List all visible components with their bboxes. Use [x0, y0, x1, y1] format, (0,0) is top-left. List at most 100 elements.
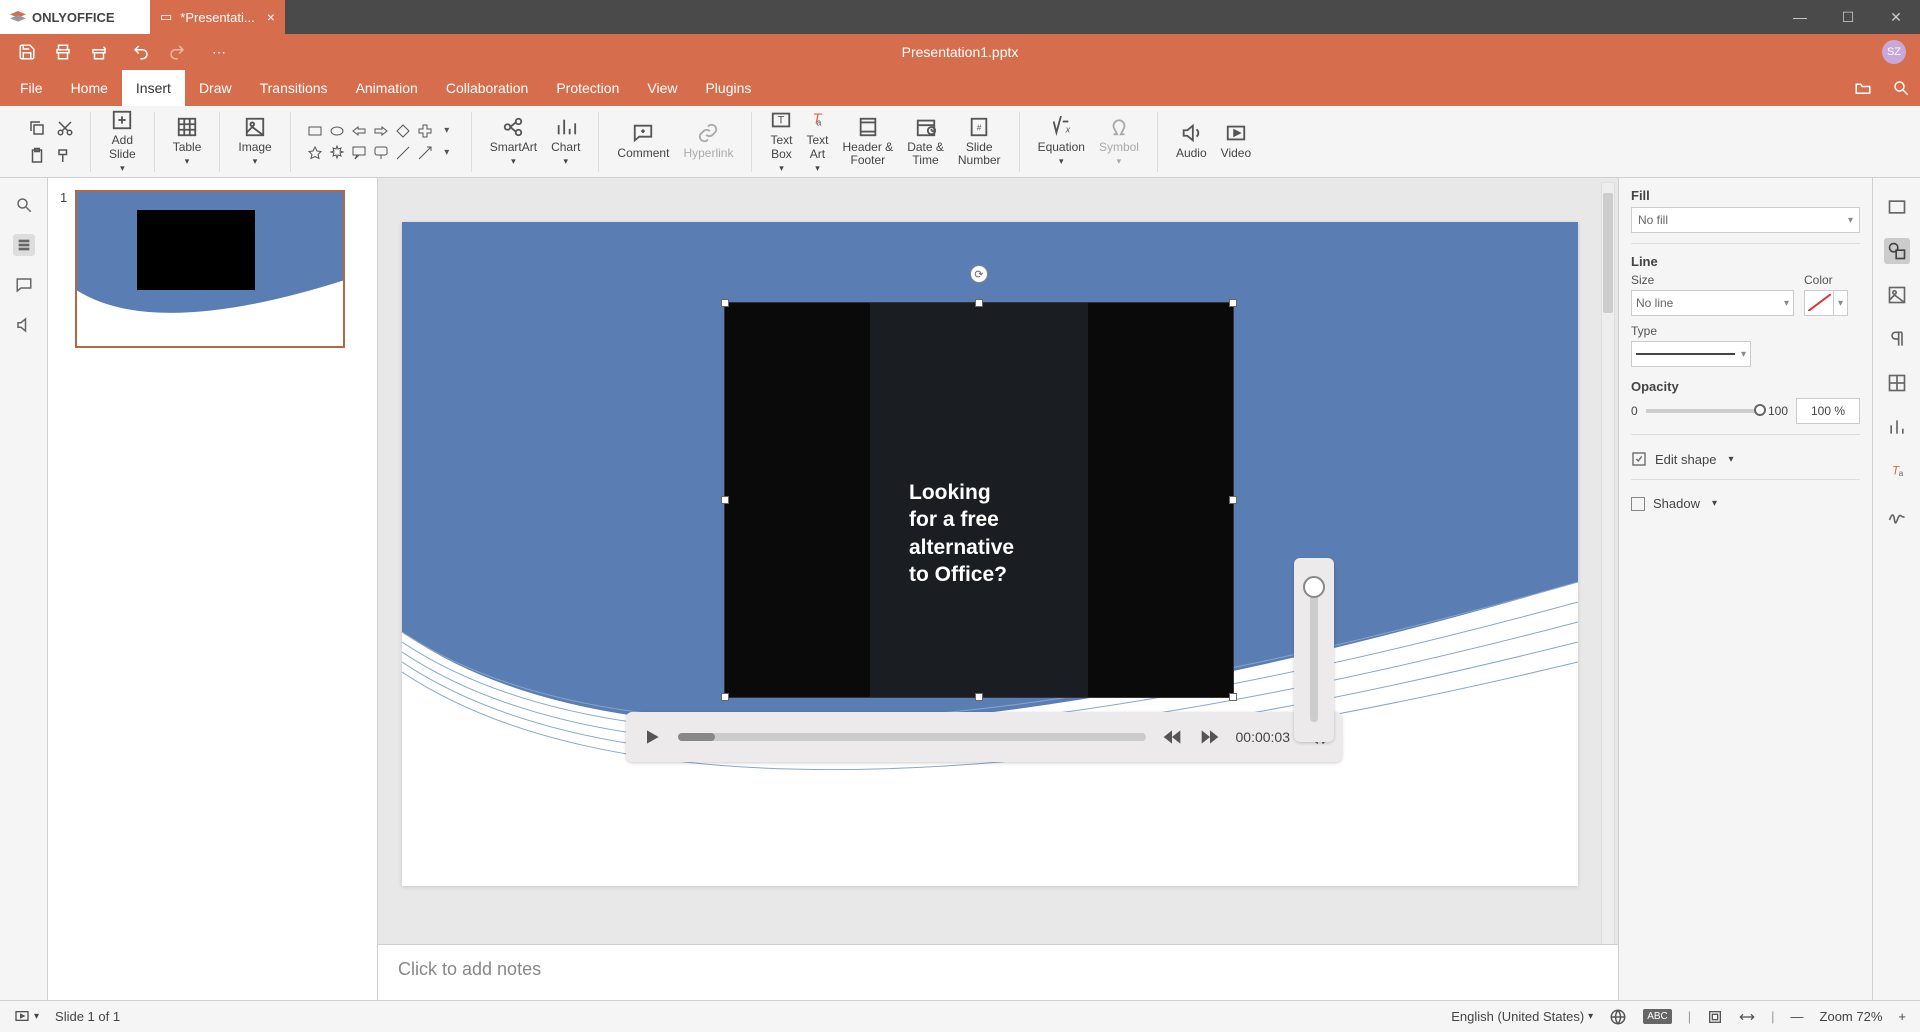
- notes-pane[interactable]: Click to add notes: [378, 944, 1618, 1000]
- resize-handle-n[interactable]: [975, 299, 983, 307]
- slide[interactable]: Looking for a free alternative to Office…: [402, 222, 1578, 886]
- tab-animation[interactable]: Animation: [342, 70, 432, 106]
- open-location-icon[interactable]: [1854, 79, 1872, 97]
- chart-settings-icon[interactable]: [1884, 414, 1910, 440]
- video-button[interactable]: Video: [1217, 122, 1255, 160]
- tab-view[interactable]: View: [633, 70, 691, 106]
- editor-canvas[interactable]: Looking for a free alternative to Office…: [378, 178, 1618, 1000]
- image-settings-icon[interactable]: [1884, 282, 1910, 308]
- zoom-out-button[interactable]: —: [1791, 1009, 1804, 1024]
- comment-button[interactable]: Comment: [613, 122, 673, 160]
- signature-settings-icon[interactable]: [1884, 502, 1910, 528]
- shadow-toggle[interactable]: Shadow ▾: [1631, 490, 1860, 517]
- shape-arrow-line-icon[interactable]: [415, 143, 435, 163]
- forward-icon[interactable]: [1198, 725, 1222, 749]
- tab-insert[interactable]: Insert: [122, 70, 185, 106]
- audio-button[interactable]: Audio: [1172, 122, 1211, 160]
- find-icon[interactable]: [1892, 79, 1910, 97]
- volume-slider[interactable]: [1310, 578, 1318, 722]
- shape-star-icon[interactable]: [305, 143, 325, 163]
- shape-diamond-icon[interactable]: [393, 121, 413, 141]
- textbox-button[interactable]: TText Box▾: [766, 109, 796, 173]
- resize-handle-nw[interactable]: [721, 299, 729, 307]
- copy-icon[interactable]: [26, 117, 48, 139]
- add-slide-button[interactable]: Add Slide▾: [105, 109, 140, 173]
- smartart-button[interactable]: SmartArt▾: [486, 116, 541, 167]
- vertical-scrollbar[interactable]: [1601, 182, 1615, 950]
- opacity-slider[interactable]: [1646, 409, 1760, 413]
- shape-more2-icon[interactable]: ▾: [437, 143, 457, 163]
- undo-icon[interactable]: [132, 43, 150, 61]
- close-tab-icon[interactable]: ×: [267, 9, 275, 25]
- shadow-checkbox[interactable]: [1631, 497, 1645, 511]
- minimize-icon[interactable]: —: [1776, 0, 1824, 34]
- document-tab[interactable]: ▭ *Presentati... ×: [150, 0, 285, 34]
- maximize-icon[interactable]: ☐: [1824, 0, 1872, 34]
- date-time-button[interactable]: Date & Time: [903, 116, 948, 167]
- resize-handle-e[interactable]: [1229, 496, 1237, 504]
- resize-handle-s[interactable]: [975, 693, 983, 701]
- tab-draw[interactable]: Draw: [185, 70, 246, 106]
- line-type-select[interactable]: ▾: [1631, 341, 1751, 367]
- tab-plugins[interactable]: Plugins: [691, 70, 765, 106]
- search-tool-icon[interactable]: [13, 194, 35, 216]
- user-avatar[interactable]: SZ: [1882, 40, 1906, 64]
- resize-handle-ne[interactable]: [1229, 299, 1237, 307]
- shape-arrow-right-icon[interactable]: [371, 121, 391, 141]
- tab-protection[interactable]: Protection: [542, 70, 633, 106]
- fit-page-icon[interactable]: [1707, 1009, 1723, 1025]
- start-slideshow-button[interactable]: ▾: [14, 1009, 39, 1025]
- feedback-tool-icon[interactable]: [13, 314, 35, 336]
- redo-icon[interactable]: [168, 43, 186, 61]
- close-window-icon[interactable]: ✕: [1872, 0, 1920, 34]
- more-icon[interactable]: ⋯: [210, 43, 228, 61]
- opacity-knob[interactable]: [1754, 404, 1766, 416]
- video-object[interactable]: Looking for a free alternative to Office…: [724, 302, 1234, 698]
- image-button[interactable]: Image▾: [234, 116, 275, 167]
- shape-callout-icon[interactable]: [349, 143, 369, 163]
- textart-settings-icon[interactable]: Ta: [1884, 458, 1910, 484]
- header-footer-button[interactable]: Header & Footer: [838, 116, 897, 167]
- shape-callout2-icon[interactable]: [371, 143, 391, 163]
- tab-home[interactable]: Home: [57, 70, 122, 106]
- quick-print-icon[interactable]: [90, 43, 108, 61]
- shape-burst-icon[interactable]: [327, 143, 347, 163]
- cut-icon[interactable]: [54, 117, 76, 139]
- spellcheck-icon[interactable]: [1609, 1008, 1627, 1026]
- table-settings-icon[interactable]: [1884, 370, 1910, 396]
- shape-arrow-left-icon[interactable]: [349, 121, 369, 141]
- slide-settings-icon[interactable]: [1884, 194, 1910, 220]
- language-selector[interactable]: English (United States) ▾: [1451, 1009, 1593, 1024]
- edit-shape-link[interactable]: Edit shape ▾: [1631, 445, 1860, 473]
- tab-transitions[interactable]: Transitions: [246, 70, 342, 106]
- volume-knob[interactable]: [1303, 576, 1325, 598]
- line-size-select[interactable]: No line▾: [1631, 290, 1794, 316]
- line-color-picker[interactable]: ▾: [1804, 290, 1848, 316]
- tab-collaboration[interactable]: Collaboration: [432, 70, 543, 106]
- shape-settings-icon[interactable]: [1884, 238, 1910, 264]
- format-painter-icon[interactable]: [54, 145, 76, 167]
- shape-plus-icon[interactable]: [415, 121, 435, 141]
- textart-button[interactable]: TaText Art▾: [802, 109, 832, 173]
- table-button[interactable]: Table▾: [169, 116, 206, 167]
- equation-button[interactable]: xEquation▾: [1034, 116, 1089, 167]
- shape-ellipse-icon[interactable]: [327, 121, 347, 141]
- fill-select[interactable]: No fill▾: [1631, 207, 1860, 233]
- media-progress-track[interactable]: [678, 733, 1146, 741]
- print-icon[interactable]: [54, 43, 72, 61]
- shape-line-icon[interactable]: [393, 143, 413, 163]
- resize-handle-se[interactable]: [1229, 693, 1237, 701]
- tab-file[interactable]: File: [6, 70, 57, 106]
- fit-width-icon[interactable]: [1739, 1009, 1755, 1025]
- opacity-value-input[interactable]: 100 %: [1796, 398, 1860, 424]
- paragraph-settings-icon[interactable]: [1884, 326, 1910, 352]
- rotate-handle[interactable]: ⟳: [970, 265, 988, 283]
- comments-tool-icon[interactable]: [13, 274, 35, 296]
- chart-button[interactable]: Chart▾: [547, 116, 584, 167]
- slides-tool-icon[interactable]: [13, 234, 35, 256]
- resize-handle-w[interactable]: [721, 496, 729, 504]
- shape-more-icon[interactable]: ▾: [437, 121, 457, 141]
- zoom-in-button[interactable]: +: [1898, 1009, 1906, 1024]
- doc-language-icon[interactable]: ABC: [1643, 1009, 1672, 1024]
- slide-thumbnail-1[interactable]: [75, 190, 345, 348]
